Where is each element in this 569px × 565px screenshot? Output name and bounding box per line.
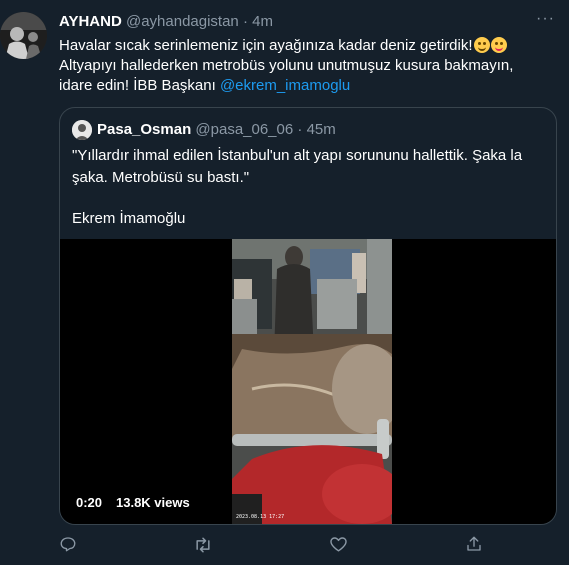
face-savoring-food-icon <box>490 37 507 53</box>
quoted-tweet-text: "Yıllardır ihmal edilen İstanbul'un alt … <box>72 145 542 230</box>
author-display-name[interactable]: AYHAND <box>59 13 122 30</box>
video-frame[interactable]: 2023.08.13 17:27 <box>232 239 392 524</box>
like-button[interactable] <box>329 535 351 557</box>
quoted-handle[interactable]: @pasa_06_06 <box>195 121 293 138</box>
mention-link[interactable]: @ekrem_imamoglu <box>220 77 350 94</box>
video-elapsed-time: 0:20 <box>76 495 103 510</box>
tweet-action-bar <box>59 535 509 559</box>
retweet-button[interactable] <box>193 535 215 557</box>
heart-icon <box>330 537 347 552</box>
reply-button[interactable] <box>59 535 81 557</box>
quoted-tweet[interactable]: Pasa_Osman @pasa_06_06 · 45m "Yıllardır … <box>59 107 557 525</box>
quoted-signature: Ekrem İmamoğlu <box>72 210 186 227</box>
video-player[interactable]: 2023.08.13 17:27 0:20 13.8K views <box>60 239 556 524</box>
author-avatar[interactable] <box>0 12 47 59</box>
video-still <box>232 239 392 524</box>
quoted-tweet-header: Pasa_Osman @pasa_06_06 · 45m <box>97 121 336 139</box>
retweet-icon <box>196 537 210 553</box>
video-watermark: 2023.08.13 17:27 <box>236 514 285 520</box>
quoted-display-name[interactable]: Pasa_Osman <box>97 121 191 138</box>
header-separator: · <box>242 13 248 30</box>
tweet-text-line1: Havalar sıcak serinlemeniz için ayağınız… <box>59 37 473 54</box>
quoted-author-avatar[interactable] <box>72 120 92 140</box>
author-handle[interactable]: @ayhandagistan <box>126 13 239 30</box>
video-view-count: 13.8K views <box>116 495 190 510</box>
reply-icon <box>60 537 76 552</box>
quoted-header-separator: · <box>297 121 303 138</box>
author-photo <box>0 12 47 59</box>
more-options-icon[interactable]: ··· <box>536 10 555 28</box>
quoted-author-photo <box>72 120 92 140</box>
tweet-text: Havalar sıcak serinlemeniz için ayağınız… <box>59 36 549 96</box>
grinning-face-icon <box>473 37 490 53</box>
quoted-timestamp[interactable]: 45m <box>307 121 336 138</box>
quoted-body: "Yıllardır ihmal edilen İstanbul'un alt … <box>72 147 523 186</box>
tweet-header: AYHAND @ayhandagistan · 4m <box>59 13 273 31</box>
share-button[interactable] <box>465 535 487 557</box>
tweet-timestamp[interactable]: 4m <box>252 13 273 30</box>
share-icon <box>467 536 481 551</box>
